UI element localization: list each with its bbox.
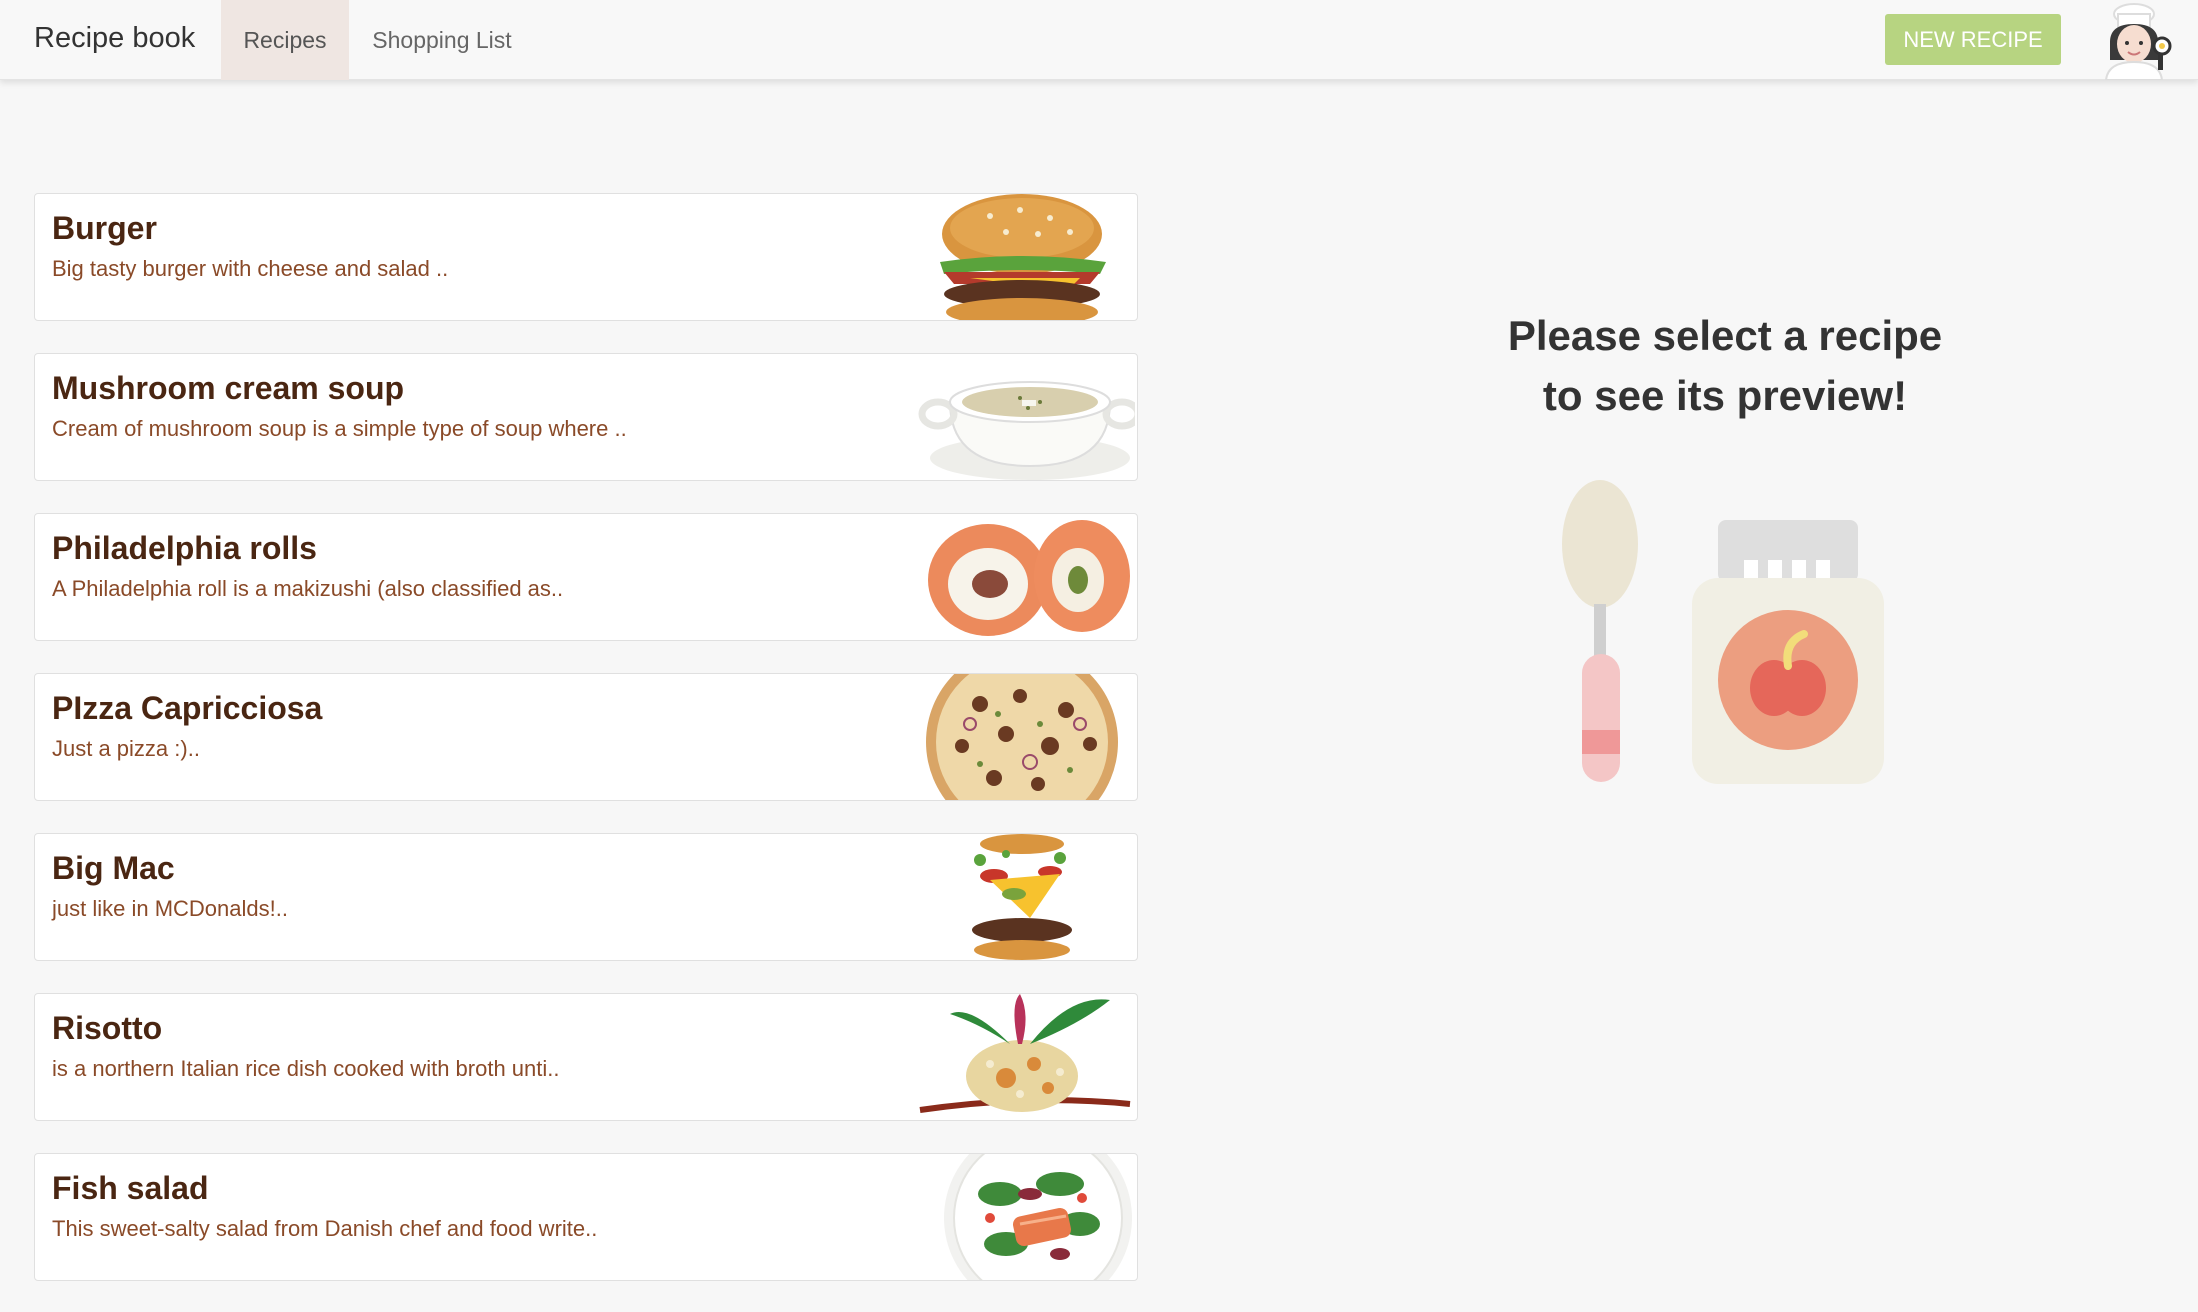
preview-line-1: Please select a recipe <box>1507 312 1943 359</box>
pizza-image <box>926 674 1118 800</box>
tab-recipes[interactable]: Recipes <box>221 0 349 80</box>
recipe-title: Fish salad <box>52 1170 209 1206</box>
recipe-card-big-mac[interactable]: Big Mac just like in MCDonalds!.. <box>34 833 1138 961</box>
recipe-description: This sweet-salty salad from Danish chef … <box>52 1216 598 1241</box>
recipe-title: PIzza Capricciosa <box>52 690 323 726</box>
recipe-card-pizza-capricciosa[interactable]: PIzza Capricciosa Just a pizza :).. <box>34 673 1138 801</box>
sushi-rolls-image <box>928 520 1130 636</box>
burger-image <box>940 194 1106 320</box>
chef-avatar-icon[interactable] <box>2096 2 2176 81</box>
soup-image <box>918 381 1135 480</box>
fish-salad-image <box>944 1154 1132 1280</box>
preview-line-2: to see its preview! <box>1542 372 1908 419</box>
recipe-title: Big Mac <box>52 850 175 886</box>
spoon-and-jar-icon <box>1562 480 1884 784</box>
new-recipe-button[interactable]: NEW RECIPE <box>1885 14 2061 65</box>
bigmac-image <box>972 834 1072 960</box>
recipe-card-mushroom-soup[interactable]: Mushroom cream soup Cream of mushroom so… <box>34 353 1138 481</box>
recipe-description: Just a pizza :).. <box>52 736 200 761</box>
recipe-description: is a northern Italian rice dish cooked w… <box>52 1056 560 1081</box>
tab-shopping-list[interactable]: Shopping List <box>349 0 535 80</box>
brand-title[interactable]: Recipe book <box>34 22 195 55</box>
recipe-description: A Philadelphia roll is a makizushi (also… <box>52 576 564 601</box>
risotto-image <box>919 994 1131 1113</box>
recipe-card-risotto[interactable]: Risotto is a northern Italian rice dish … <box>34 993 1138 1121</box>
recipe-title: Mushroom cream soup <box>52 370 405 406</box>
recipe-card-burger[interactable]: Burger Big tasty burger with cheese and … <box>34 193 1138 321</box>
preview-placeholder-text: Please select a recipe to see its previe… <box>1440 306 2010 426</box>
recipe-description: Cream of mushroom soup is a simple type … <box>52 416 627 441</box>
recipe-title: Burger <box>52 210 157 246</box>
recipe-description: just like in MCDonalds!.. <box>52 896 288 921</box>
recipe-card-philadelphia-rolls[interactable]: Philadelphia rolls A Philadelphia roll i… <box>34 513 1138 641</box>
navbar: Recipe book Recipes Shopping List NEW RE… <box>0 0 2198 81</box>
recipe-card-fish-salad[interactable]: Fish salad This sweet-salty salad from D… <box>34 1153 1138 1281</box>
recipe-description: Big tasty burger with cheese and salad .… <box>52 256 449 281</box>
recipe-title: Risotto <box>52 1010 163 1046</box>
recipe-title: Philadelphia rolls <box>52 530 317 566</box>
